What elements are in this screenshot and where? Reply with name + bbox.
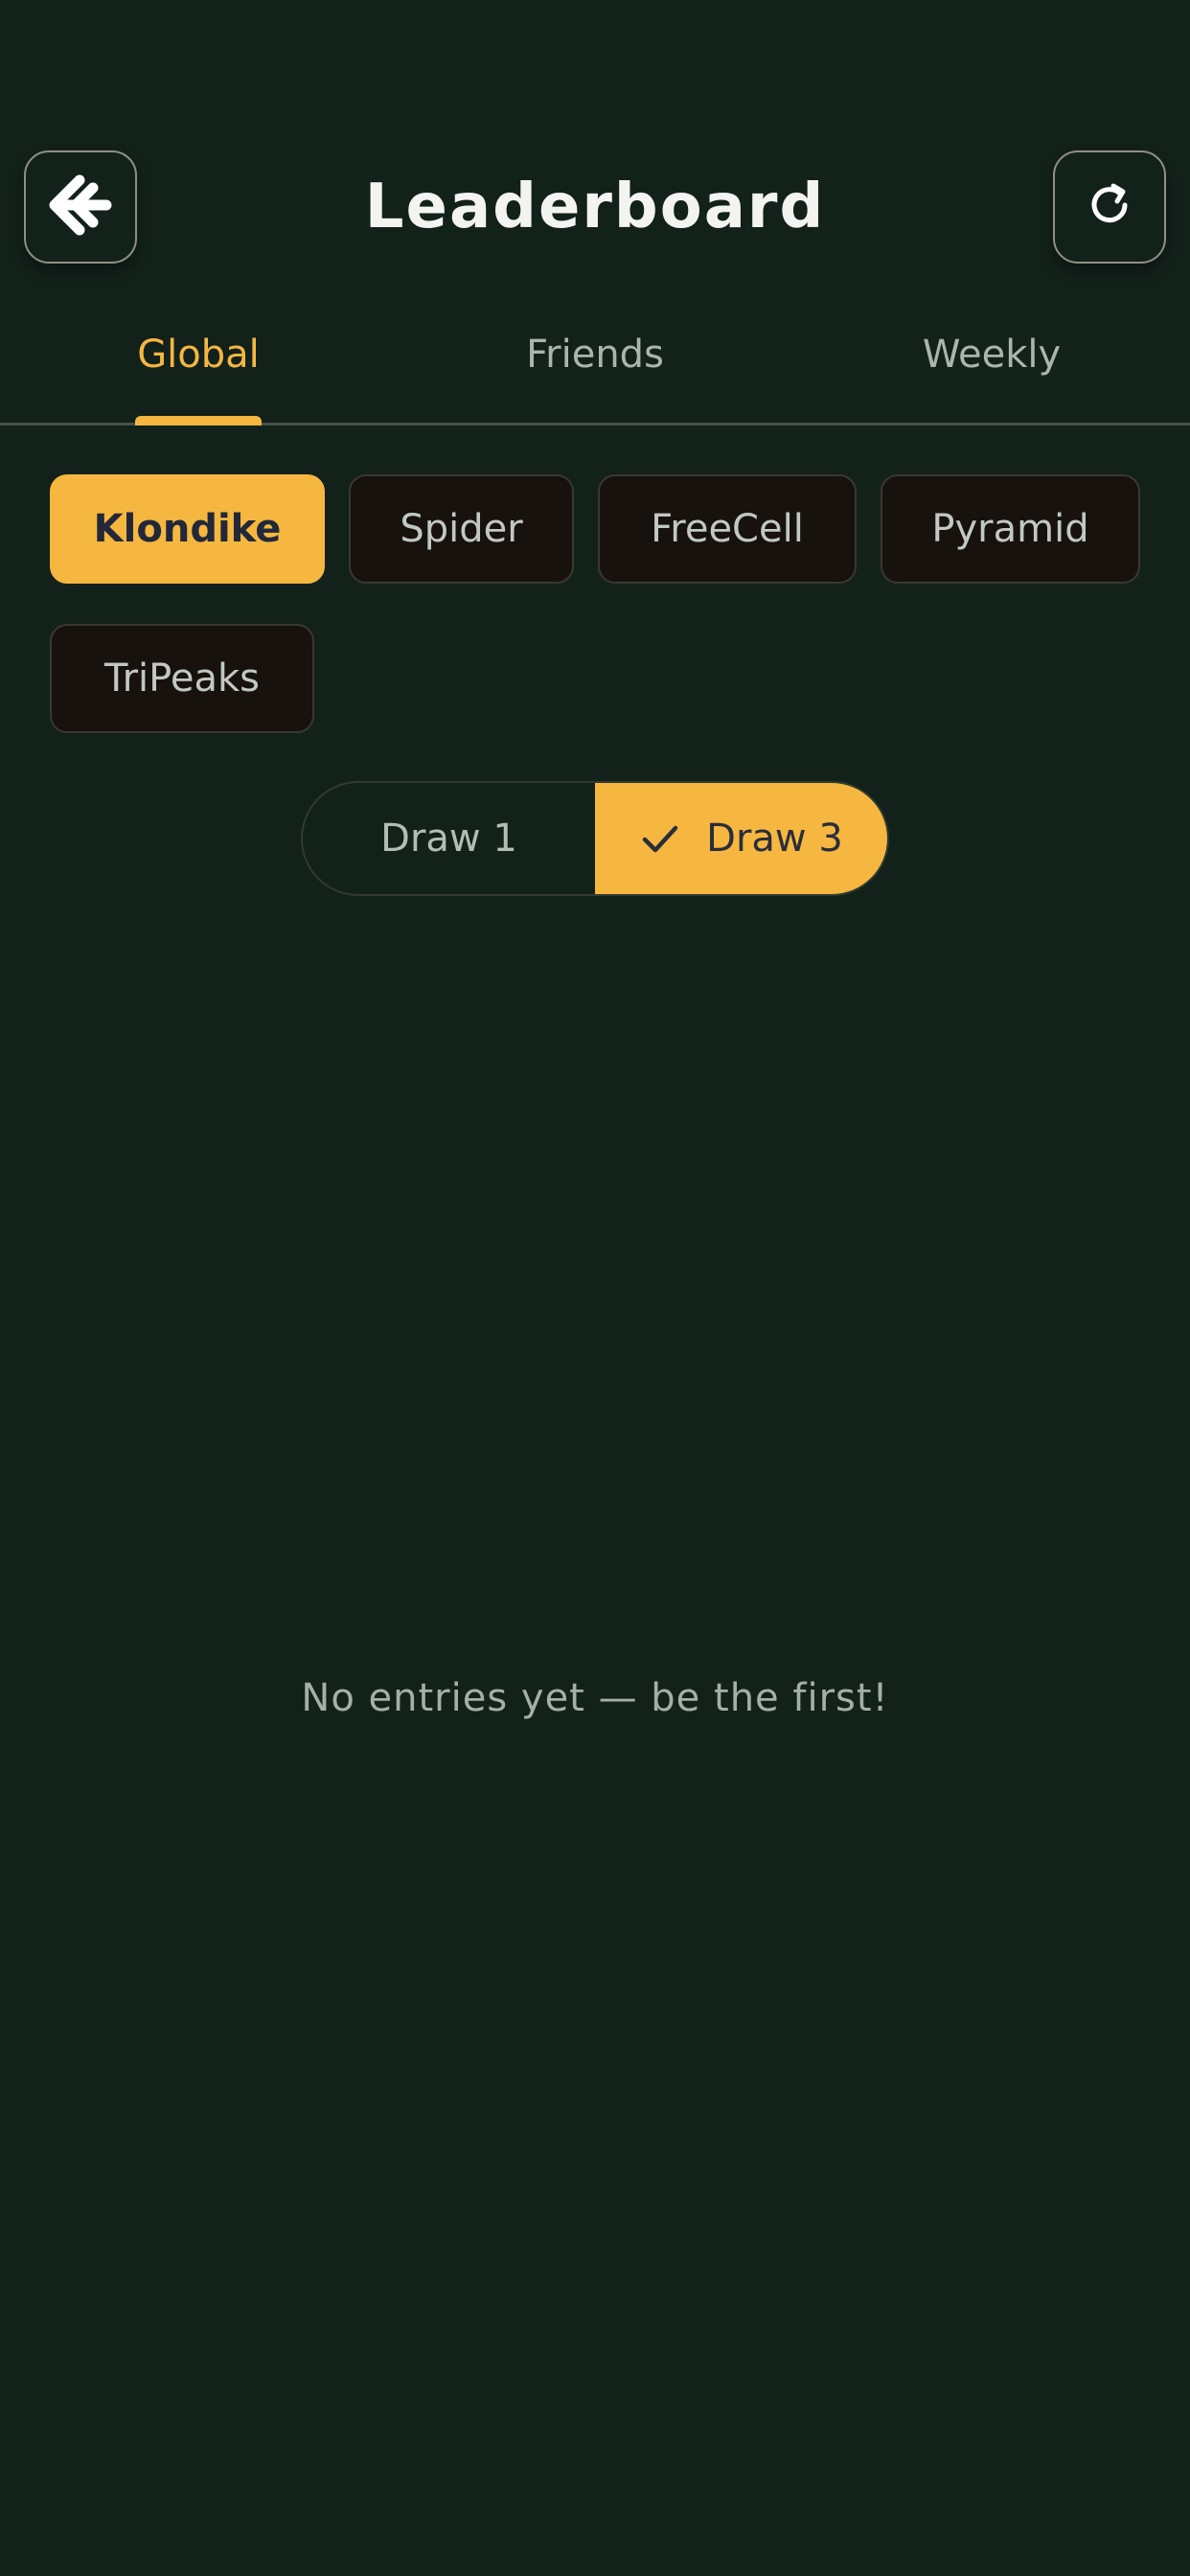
game-chip-label: Klondike [93,507,282,551]
tab-friends[interactable]: Friends [476,316,714,393]
empty-state-message: No entries yet — be the first! [301,1676,889,1720]
tab-global[interactable]: Global [86,316,310,393]
draw-1-option[interactable]: Draw 1 [303,783,595,894]
refresh-icon [1085,180,1134,234]
game-chip-label: Spider [400,507,523,551]
page-title: Leaderboard [364,172,826,242]
check-icon [639,817,681,860]
refresh-button[interactable] [1053,150,1166,264]
game-chip-tripeaks[interactable]: TriPeaks [50,624,314,733]
tab-weekly[interactable]: Weekly [862,316,1121,393]
game-chip-label: FreeCell [651,507,804,551]
game-chip-klondike[interactable]: Klondike [50,474,325,584]
game-chip-label: TriPeaks [104,656,260,701]
game-chip-label: Pyramid [931,507,1089,551]
draw-option-label: Draw 1 [380,816,517,861]
draw-option-label: Draw 3 [706,816,843,861]
game-chip-pyramid[interactable]: Pyramid [881,474,1140,584]
game-chip-freecell[interactable]: FreeCell [598,474,857,584]
draw-3-option[interactable]: Draw 3 [595,783,887,894]
draw-mode-toggle: Draw 1 Draw 3 [301,781,889,896]
game-chip-spider[interactable]: Spider [349,474,574,584]
active-tab-indicator [135,416,262,426]
